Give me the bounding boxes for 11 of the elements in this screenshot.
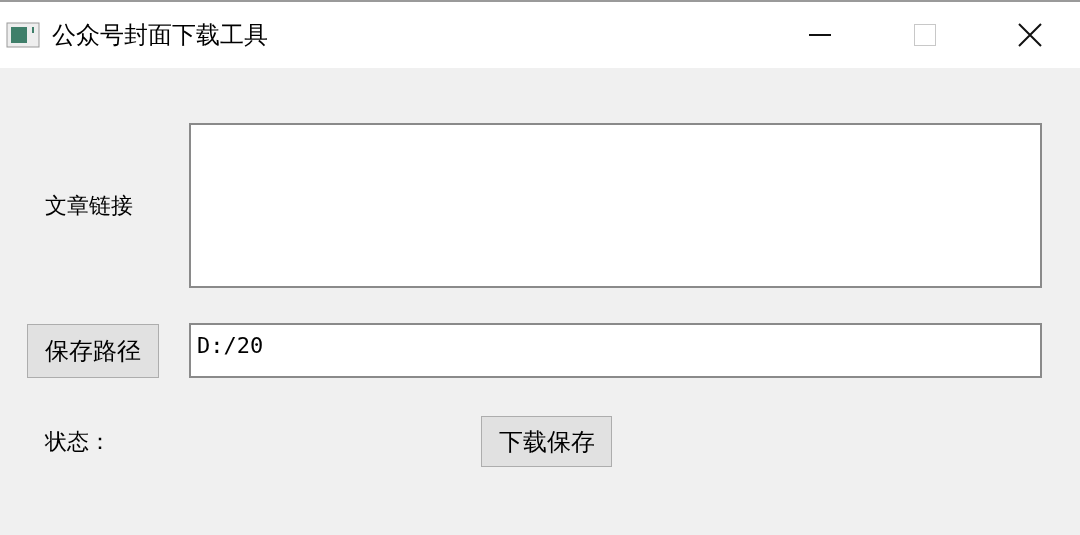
close-icon bbox=[1018, 23, 1042, 47]
window-title: 公众号封面下载工具 bbox=[52, 20, 268, 51]
app-icon bbox=[6, 22, 40, 48]
maximize-icon bbox=[914, 24, 936, 46]
field-label: 文章链接 bbox=[45, 192, 134, 220]
path-input-field[interactable]: D:/20 bbox=[189, 323, 1042, 378]
download-save-button[interactable]: 下载保存 bbox=[481, 416, 612, 467]
save-path-button[interactable]: 保存路径 bbox=[27, 323, 159, 378]
link-input-field[interactable] bbox=[189, 123, 1042, 288]
status-label: 状态： bbox=[45, 428, 112, 456]
minimize-icon bbox=[809, 34, 831, 36]
